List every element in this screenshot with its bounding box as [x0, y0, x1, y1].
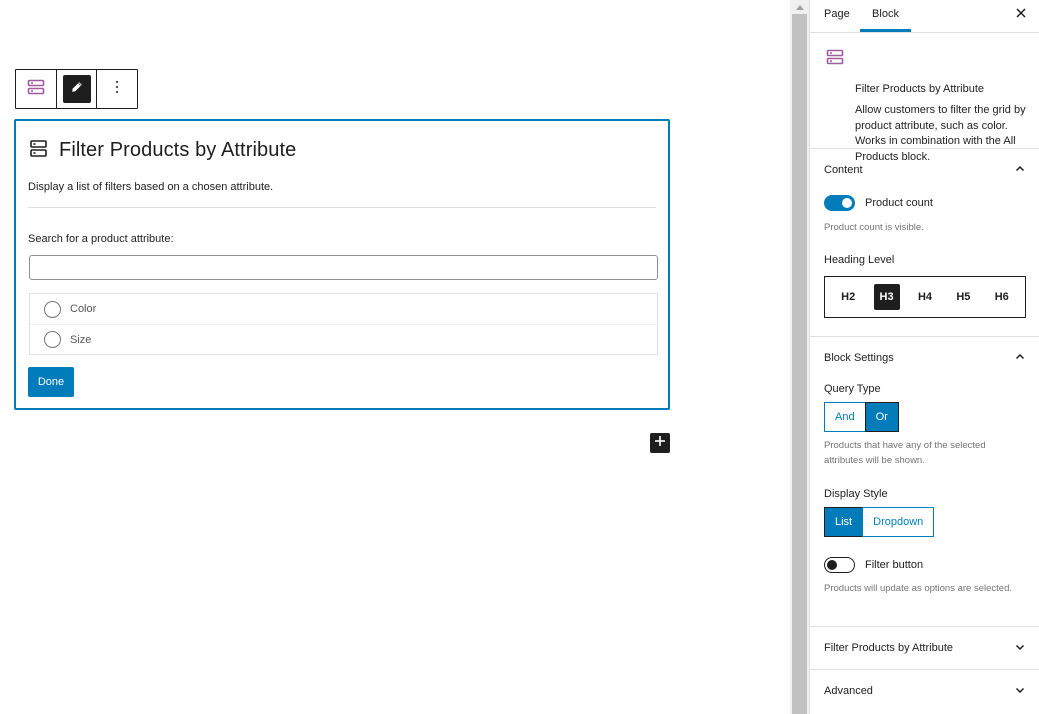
edit-button[interactable] — [56, 70, 96, 108]
filter-button-toggle-row[interactable]: Filter button — [824, 556, 1025, 574]
heading-level-h6[interactable]: H6 — [989, 284, 1015, 310]
vertical-ellipsis-icon — [115, 80, 119, 99]
display-style-selector: List Dropdown — [824, 507, 1025, 537]
panel-title: Block Settings — [824, 352, 894, 364]
tab-page[interactable]: Page — [824, 0, 850, 32]
filter-block-icon — [30, 139, 47, 162]
display-style-label: Display Style — [824, 488, 888, 500]
attribute-option-color[interactable]: Color — [30, 294, 657, 324]
done-button[interactable]: Done — [28, 367, 74, 397]
radio-button[interactable] — [44, 331, 61, 348]
advanced-panel-toggle[interactable]: Advanced — [810, 670, 1039, 712]
attribute-label: Color — [70, 303, 97, 315]
block-toolbar — [15, 69, 138, 109]
toggle-label: Product count — [865, 197, 933, 209]
block-inserter-button[interactable] — [650, 433, 670, 453]
block-card-title: Filter Products by Attribute — [855, 83, 984, 95]
product-count-help: Product count is visible. — [824, 222, 924, 233]
block-title-text: Filter Products by Attribute — [59, 139, 297, 161]
heading-level-label: Heading Level — [824, 254, 895, 266]
block-settings-panel-toggle[interactable]: Block Settings — [810, 337, 1039, 379]
scroll-thumb[interactable] — [792, 14, 807, 714]
close-icon — [1016, 5, 1026, 23]
settings-sidebar: Page Block Filter Products by Attribute … — [809, 0, 1039, 714]
filter-button-toggle[interactable] — [824, 557, 855, 573]
chevron-up-icon — [1015, 164, 1025, 177]
product-count-toggle-row[interactable]: Product count — [824, 194, 1025, 212]
block-type-button[interactable] — [16, 70, 56, 108]
heading-level-selector: H2 H3 H4 H5 H6 — [824, 276, 1026, 318]
filter-products-block[interactable]: Filter Products by Attribute Display a l… — [14, 119, 670, 410]
attribute-list: Color Size — [29, 293, 658, 355]
scroll-up-arrow[interactable] — [790, 0, 809, 14]
chevron-up-icon — [1015, 352, 1025, 365]
heading-level-h5[interactable]: H5 — [950, 284, 976, 310]
toggle-label: Filter button — [865, 559, 924, 571]
query-type-or[interactable]: Or — [864, 402, 899, 432]
block-settings-panel: Block Settings Query Type And Or Product… — [810, 337, 1039, 627]
filter-block-icon — [826, 49, 844, 70]
product-count-toggle[interactable] — [824, 195, 855, 211]
more-options-button[interactable] — [96, 70, 137, 108]
query-type-label: Query Type — [824, 383, 881, 395]
block-card: Filter Products by Attribute Allow custo… — [810, 33, 1039, 163]
chevron-down-icon — [1015, 642, 1025, 655]
filter-block-icon — [27, 79, 45, 100]
attribute-label: Size — [70, 333, 92, 346]
content-panel: Content Product count Product count is v… — [810, 149, 1039, 337]
radio-button[interactable] — [44, 300, 61, 318]
panel-title: Filter Products by Attribute — [824, 642, 953, 654]
heading-level-h2[interactable]: H2 — [835, 284, 861, 310]
divider — [28, 207, 656, 208]
advanced-panel: Advanced — [810, 670, 1039, 712]
query-type-help: Products that have any of the selected a… — [824, 440, 986, 466]
heading-level-h3[interactable]: H3 — [873, 284, 900, 310]
close-sidebar-button[interactable] — [1013, 6, 1029, 22]
heading-level-h4[interactable]: H4 — [912, 284, 938, 310]
panel-title: Advanced — [824, 685, 873, 697]
chevron-down-icon — [1015, 685, 1025, 698]
canvas-scrollbar[interactable] — [790, 0, 809, 714]
panel-title: Content — [824, 164, 863, 176]
pencil-icon — [71, 80, 83, 98]
editor-canvas: Filter Products by Attribute Display a l… — [0, 0, 790, 714]
filter-products-panel: Filter Products by Attribute — [810, 627, 1039, 670]
plus-icon — [654, 434, 666, 452]
attribute-search-input[interactable] — [29, 255, 658, 280]
query-type-selector: And Or — [824, 402, 1025, 432]
block-description: Display a list of filters based on a cho… — [28, 181, 274, 193]
display-style-dropdown[interactable]: Dropdown — [862, 507, 935, 537]
content-panel-toggle[interactable]: Content — [810, 149, 1039, 191]
display-style-list[interactable]: List — [824, 507, 864, 537]
attribute-option-size[interactable]: Size — [30, 324, 657, 354]
block-title: Filter Products by Attribute — [30, 139, 296, 162]
query-type-and[interactable]: And — [824, 402, 866, 432]
tab-block[interactable]: Block — [860, 0, 911, 32]
search-label: Search for a product attribute: — [28, 233, 174, 245]
filter-button-help: Products will update as options are sele… — [824, 583, 1012, 594]
filter-products-panel-toggle[interactable]: Filter Products by Attribute — [810, 627, 1039, 669]
sidebar-tabs: Page Block — [810, 0, 1039, 33]
